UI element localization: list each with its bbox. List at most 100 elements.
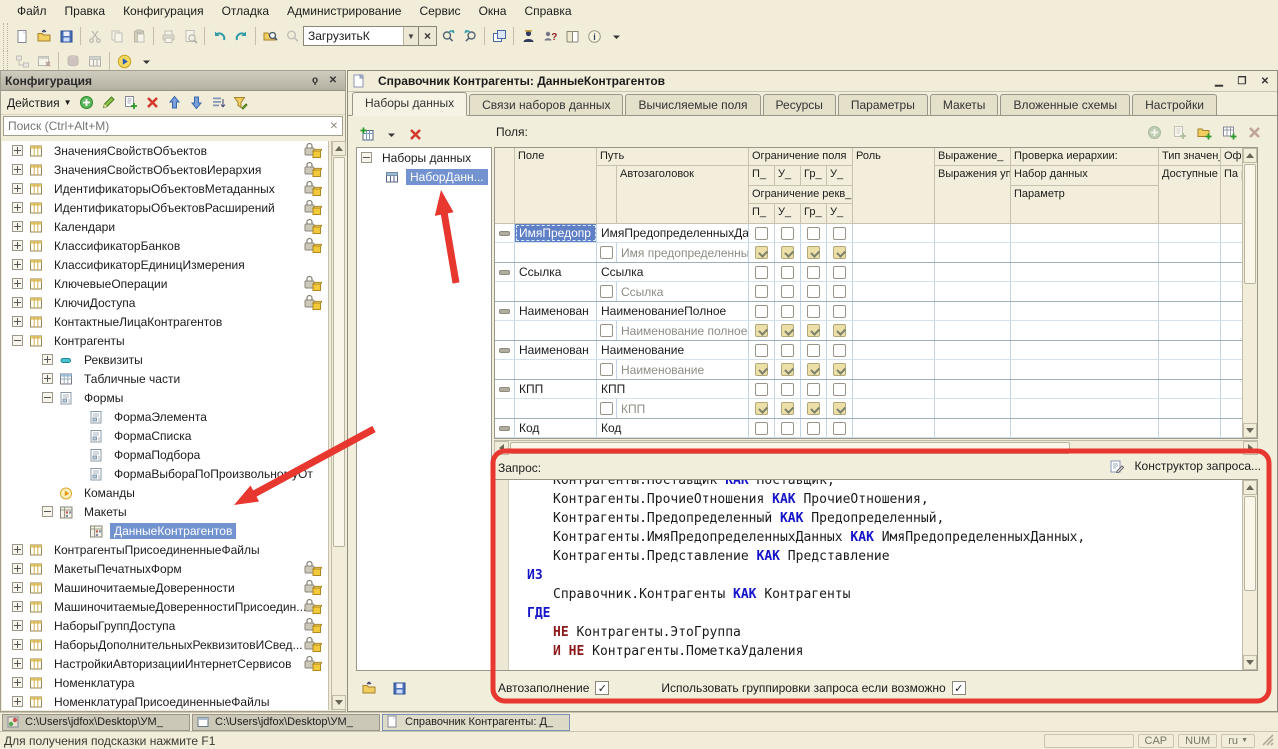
field-limit-checkbox[interactable] bbox=[833, 227, 846, 240]
tree-item[interactable]: Макеты bbox=[2, 502, 328, 521]
tree-item[interactable]: ЗначенияСвойствОбъектовИерархия bbox=[2, 160, 328, 179]
scrollbar-thumb[interactable] bbox=[1244, 164, 1256, 284]
menu-item-4[interactable]: Отладка bbox=[213, 2, 278, 20]
column-header[interactable]: Роль bbox=[853, 148, 935, 224]
field-limit-checkbox[interactable] bbox=[833, 305, 846, 318]
expand-icon[interactable] bbox=[12, 639, 23, 650]
find-previous-icon[interactable] bbox=[459, 25, 481, 47]
menu-item-7[interactable]: Окна bbox=[470, 2, 516, 20]
expand-icon[interactable] bbox=[12, 164, 23, 175]
tree-item[interactable]: Формы bbox=[2, 388, 328, 407]
field-path[interactable]: ИмяПредопределенныхДа... bbox=[601, 226, 749, 240]
field-path[interactable]: КПП bbox=[601, 382, 625, 396]
expand-icon[interactable] bbox=[12, 183, 23, 194]
groupings-checkbox[interactable]: ✓ bbox=[952, 681, 966, 695]
column-header[interactable]: Тип значен_ bbox=[1159, 148, 1221, 166]
field-limit-checkbox[interactable] bbox=[755, 344, 768, 357]
field-row[interactable]: КППКППКПП bbox=[495, 380, 1242, 419]
fields-table-scrollbar[interactable] bbox=[1242, 148, 1257, 438]
scrollbar-thumb[interactable] bbox=[1244, 496, 1256, 591]
delete-icon[interactable] bbox=[142, 92, 164, 114]
query-line[interactable]: Контрагенты.ИмяПредопределенныхДанных КА… bbox=[513, 528, 1238, 547]
tree-item[interactable]: НоменклатураПрисоединенныеФайлы bbox=[2, 692, 328, 710]
column-header[interactable]: Проверка иерархии: bbox=[1011, 148, 1159, 166]
attr-limit-checkbox[interactable] bbox=[755, 246, 768, 259]
query-line[interactable]: НЕ Контрагенты.ЭтоГруппа bbox=[513, 623, 1238, 642]
help-book-icon[interactable] bbox=[561, 25, 583, 47]
info-icon[interactable]: i bbox=[583, 25, 605, 47]
column-header[interactable]: Выражение_ bbox=[935, 148, 1011, 166]
autotitle-checkbox[interactable] bbox=[600, 363, 613, 376]
attr-limit-checkbox[interactable] bbox=[833, 246, 846, 259]
tree-item[interactable]: ИдентификаторыОбъектовРасширений bbox=[2, 198, 328, 217]
tree-item[interactable]: ЗначенияСвойствОбъектов bbox=[2, 141, 328, 160]
tree-item[interactable]: Номенклатура bbox=[2, 673, 328, 692]
attr-limit-checkbox[interactable] bbox=[781, 324, 794, 337]
tree-item[interactable]: ФормаПодбора bbox=[2, 445, 328, 464]
restore-icon[interactable]: ❐ bbox=[1234, 74, 1250, 88]
field-row[interactable]: НаименованНаименованиеНаименование bbox=[495, 341, 1242, 380]
field-autotitle[interactable]: Наименование полное bbox=[621, 324, 747, 338]
taskbar-tab[interactable]: C:\Users\jdfox\Desktop\УМ_ bbox=[192, 714, 380, 731]
attr-limit-checkbox[interactable] bbox=[781, 246, 794, 259]
tree-item[interactable]: НастройкиАвторизацииИнтернетСервисов bbox=[2, 654, 328, 673]
open-folder-icon[interactable] bbox=[33, 25, 55, 47]
column-header[interactable]: У_ bbox=[827, 166, 853, 186]
tree-item[interactable]: Наборы данных bbox=[357, 148, 491, 167]
tab-Макеты[interactable]: Макеты bbox=[930, 94, 999, 115]
field-limit-checkbox[interactable] bbox=[755, 383, 768, 396]
column-header[interactable]: Гр_ bbox=[801, 166, 827, 186]
tree-item[interactable]: Контрагенты bbox=[2, 331, 328, 350]
toolbar-grip[interactable] bbox=[3, 23, 8, 49]
field-limit-checkbox[interactable] bbox=[833, 383, 846, 396]
field-limit-checkbox[interactable] bbox=[833, 422, 846, 435]
expand-icon[interactable] bbox=[12, 297, 23, 308]
field-limit-checkbox[interactable] bbox=[781, 344, 794, 357]
tab-Вложенные схемы[interactable]: Вложенные схемы bbox=[1000, 94, 1130, 115]
tree-item[interactable]: КонтрагентыПрисоединенныеФайлы bbox=[2, 540, 328, 559]
save-icon[interactable] bbox=[55, 25, 77, 47]
query-line[interactable]: Контрагенты.Предопределенный КАК Предопр… bbox=[513, 509, 1238, 528]
field-autotitle[interactable]: Ссылка bbox=[621, 285, 663, 299]
column-header[interactable]: П_ bbox=[749, 166, 775, 186]
autotitle-checkbox[interactable] bbox=[600, 324, 613, 337]
folder-add-icon[interactable] bbox=[1193, 121, 1215, 143]
clear-search-button[interactable]: × bbox=[419, 26, 437, 46]
field-limit-checkbox[interactable] bbox=[833, 344, 846, 357]
tree-item[interactable]: ФормаЭлемента bbox=[2, 407, 328, 426]
tree-item[interactable]: Календари bbox=[2, 217, 328, 236]
field-limit-checkbox[interactable] bbox=[807, 344, 820, 357]
column-header[interactable] bbox=[495, 148, 515, 224]
autotitle-checkbox[interactable] bbox=[600, 246, 613, 259]
expand-icon[interactable] bbox=[12, 696, 23, 707]
field-name[interactable]: Код bbox=[519, 421, 539, 435]
column-header[interactable]: Ограничение поля bbox=[749, 148, 853, 166]
expand-icon[interactable] bbox=[12, 221, 23, 232]
field-limit-checkbox[interactable] bbox=[755, 227, 768, 240]
expand-icon[interactable] bbox=[12, 563, 23, 574]
column-header[interactable]: Набор данных bbox=[1011, 166, 1159, 186]
attr-limit-checkbox[interactable] bbox=[755, 285, 768, 298]
query-line[interactable]: Справочник.Контрагенты КАК Контрагенты bbox=[513, 585, 1238, 604]
close-icon[interactable]: ✕ bbox=[325, 74, 341, 88]
tab-Ресурсы[interactable]: Ресурсы bbox=[763, 94, 836, 115]
field-autotitle[interactable]: Имя предопределенны... bbox=[621, 246, 749, 260]
column-header[interactable]: Автозаголовок bbox=[617, 166, 749, 224]
field-limit-checkbox[interactable] bbox=[807, 266, 820, 279]
query-editor[interactable]: Контрагенты.Поставщик КАК Поставщик,Конт… bbox=[494, 479, 1258, 671]
table-add-icon[interactable] bbox=[1218, 121, 1240, 143]
add-dataset-icon[interactable] bbox=[356, 123, 378, 145]
tree-item[interactable]: КлассификаторЕдиницИзмерения bbox=[2, 255, 328, 274]
field-limit-checkbox[interactable] bbox=[781, 422, 794, 435]
tree-item[interactable]: ФормаВыбораПоПроизвольномуОт bbox=[2, 464, 328, 483]
resize-grip[interactable] bbox=[1261, 733, 1274, 749]
row-grip-icon[interactable] bbox=[499, 387, 510, 392]
combobox-dropdown-icon[interactable]: ▼ bbox=[403, 27, 418, 45]
expand-icon[interactable] bbox=[12, 259, 23, 270]
scroll-down-icon[interactable] bbox=[1243, 423, 1257, 438]
tree-item[interactable]: Команды bbox=[2, 483, 328, 502]
column-header[interactable]: У_ bbox=[775, 166, 801, 186]
field-limit-checkbox[interactable] bbox=[807, 422, 820, 435]
expand-icon[interactable] bbox=[12, 202, 23, 213]
field-autotitle[interactable]: Наименование bbox=[621, 363, 704, 377]
